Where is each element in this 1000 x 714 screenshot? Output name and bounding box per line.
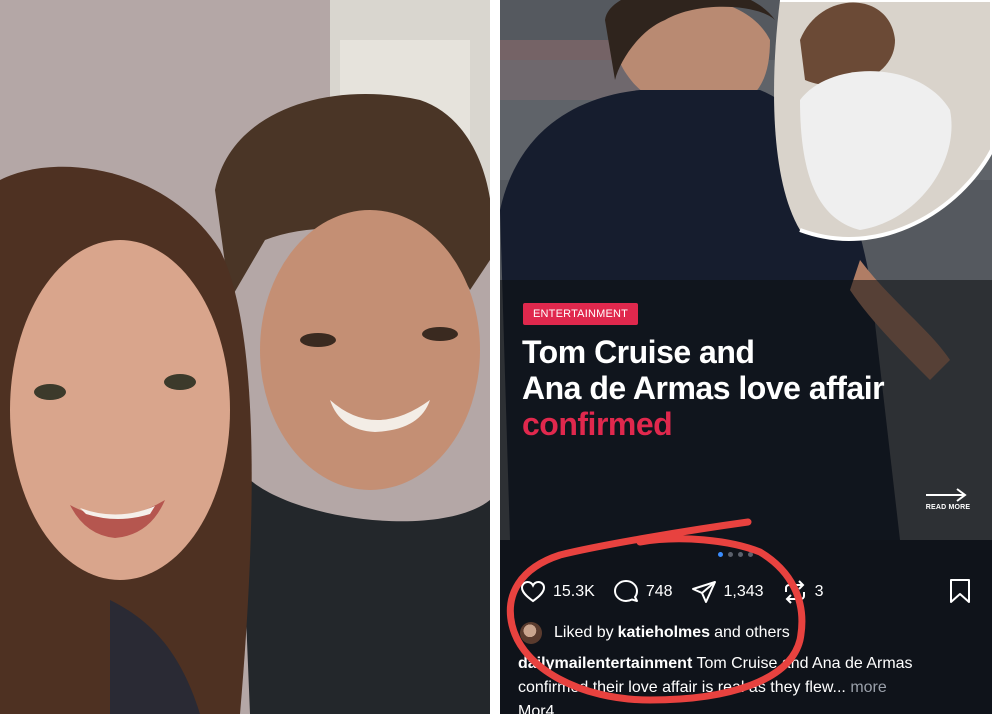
instagram-post: ENTERTAINMENT Tom Cruise and Ana de Arma…	[500, 0, 992, 714]
caption-more-link[interactable]: more	[850, 679, 886, 696]
save-button[interactable]	[948, 578, 972, 609]
post-caption: dailymailentertainment Tom Cruise and An…	[518, 652, 978, 714]
bookmark-icon	[950, 579, 970, 603]
like-count: 15.3K	[553, 583, 595, 600]
arrow-right-icon	[924, 488, 972, 504]
read-more-label: READ MORE	[925, 504, 971, 511]
post-headline: Tom Cruise and Ana de Armas love affair …	[522, 334, 982, 442]
comment-count: 748	[645, 583, 673, 600]
share-button[interactable]: 1,343	[691, 580, 764, 604]
share-count: 1,343	[723, 583, 764, 600]
comment-bubble-icon	[613, 580, 638, 602]
liked-by-user[interactable]: katieholmes	[618, 624, 710, 642]
avatar[interactable]	[520, 622, 542, 644]
carousel-dot	[728, 552, 733, 557]
caption-username[interactable]: dailymailentertainment	[518, 655, 692, 672]
caption-next-line: Mor4	[518, 703, 555, 714]
headline-line-1: Tom Cruise and	[522, 334, 755, 370]
category-tag[interactable]: ENTERTAINMENT	[523, 303, 639, 325]
read-more-link[interactable]: READ MORE	[924, 488, 972, 511]
selfie-photo	[0, 0, 490, 714]
repost-arrows-icon	[784, 580, 805, 604]
carousel-dot	[748, 552, 753, 557]
repost-button[interactable]: 3	[782, 579, 824, 605]
carousel-dot	[738, 552, 743, 557]
post-actions-bar: 15.3K 748 1,343 3	[520, 576, 972, 608]
post-image[interactable]: ENTERTAINMENT Tom Cruise and Ana de Arma…	[500, 0, 992, 540]
heart-icon	[520, 580, 546, 603]
like-button[interactable]: 15.3K	[520, 580, 595, 604]
repost-count: 3	[814, 583, 824, 600]
carousel-indicator	[718, 552, 753, 558]
comment-button[interactable]: 748	[613, 579, 673, 605]
carousel-dot-active	[718, 552, 723, 557]
liked-by-row[interactable]: Liked by katieholmes and others	[520, 622, 790, 644]
headline-highlight: confirmed	[522, 406, 673, 442]
liked-by-prefix: Liked by	[554, 624, 614, 641]
liked-by-suffix: and others	[714, 624, 790, 641]
headline-line-2: Ana de Armas love affair	[522, 370, 885, 406]
paper-plane-icon	[691, 581, 716, 603]
